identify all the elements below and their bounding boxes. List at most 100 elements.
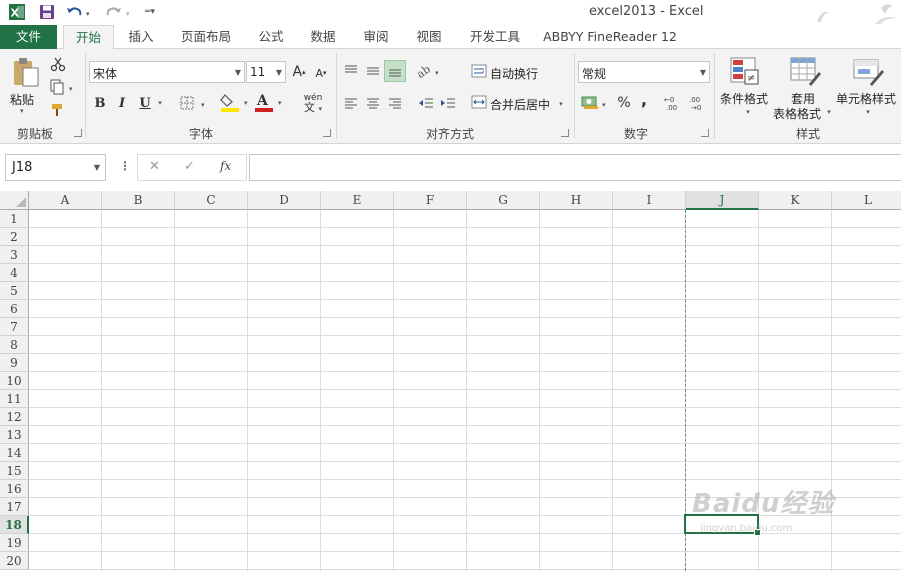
row-header-10[interactable]: 10 <box>0 372 29 390</box>
align-bottom-icon[interactable] <box>384 60 406 82</box>
format-as-table-label-2[interactable]: 表格格式 <box>773 105 821 122</box>
row-header-18[interactable]: 18 <box>0 516 29 534</box>
decrease-indent-icon[interactable] <box>416 93 436 113</box>
undo-icon[interactable]: ▾ <box>64 2 94 22</box>
phonetic-guide-button[interactable]: wén 文 ▾ <box>296 91 330 115</box>
copy-icon[interactable]: ▾ <box>48 78 78 96</box>
row-header-19[interactable]: 19 <box>0 534 29 552</box>
number-format-dropdown[interactable]: 常规 ▼ <box>578 61 710 83</box>
tab-view[interactable]: 视图 <box>408 25 450 49</box>
worksheet-grid[interactable]: ABCDEFGHIJKL 1 2 3 4 5 6 7 8 9 10 11 12 13 14 15 16 17 18… <box>0 191 901 571</box>
row-header-1[interactable]: 1 <box>0 210 29 228</box>
row-header-2[interactable]: 2 <box>0 228 29 246</box>
row-header-7[interactable]: 7 <box>0 318 29 336</box>
conditional-dropdown-icon[interactable]: ▾ <box>743 107 753 117</box>
row-header-4[interactable]: 4 <box>0 264 29 282</box>
borders-icon[interactable]: ▾ <box>178 93 210 113</box>
cell-styles-icon[interactable] <box>851 55 885 87</box>
format-painter-icon[interactable] <box>48 101 68 119</box>
alignment-launcher-icon[interactable] <box>561 129 569 137</box>
tab-abbyy[interactable]: ABBYY FineReader 12 <box>540 25 680 49</box>
row-header-11[interactable]: 11 <box>0 390 29 408</box>
column-header-l[interactable]: L <box>832 191 901 210</box>
tab-insert[interactable]: 插入 <box>119 25 163 49</box>
column-header-k[interactable]: K <box>759 191 832 210</box>
accounting-format-icon[interactable]: ▾ <box>580 93 610 113</box>
name-box[interactable]: J18 ▼ <box>5 154 106 181</box>
column-header-h[interactable]: H <box>540 191 613 210</box>
tab-formulas[interactable]: 公式 <box>250 25 292 49</box>
font-size-dropdown[interactable]: 11 ▼ <box>246 61 286 83</box>
wrap-text-label[interactable]: 自动换行 <box>490 65 538 82</box>
underline-dropdown-icon[interactable]: ▾ <box>155 97 165 109</box>
merge-dropdown-icon[interactable]: ▾ <box>556 98 566 110</box>
font-name-dropdown[interactable]: 宋体 ▼ <box>89 61 245 83</box>
row-header-14[interactable]: 14 <box>0 444 29 462</box>
save-icon[interactable] <box>36 2 58 22</box>
align-right-icon[interactable] <box>385 93 405 113</box>
align-middle-icon[interactable] <box>363 61 383 81</box>
more-options-icon[interactable]: ⋮ <box>119 159 131 173</box>
column-header-f[interactable]: F <box>394 191 467 210</box>
align-center-icon[interactable] <box>363 93 383 113</box>
merge-center-icon[interactable] <box>470 93 488 111</box>
row-header-17[interactable]: 17 <box>0 498 29 516</box>
row-header-6[interactable]: 6 <box>0 300 29 318</box>
row-header-3[interactable]: 3 <box>0 246 29 264</box>
column-header-c[interactable]: C <box>175 191 248 210</box>
row-header-13[interactable]: 13 <box>0 426 29 444</box>
excel-logo-icon[interactable]: X <box>6 2 28 22</box>
formula-input[interactable] <box>249 154 901 181</box>
grow-font-button[interactable]: A ▴ <box>291 62 307 82</box>
format-as-table-dropdown-icon[interactable]: ▾ <box>824 107 834 117</box>
fill-color-icon[interactable]: ▾ <box>220 91 252 113</box>
format-as-table-icon[interactable] <box>788 55 822 87</box>
column-header-a[interactable]: A <box>29 191 102 210</box>
insert-function-icon[interactable]: fx <box>220 159 231 173</box>
align-top-icon[interactable] <box>341 61 361 81</box>
wrap-text-icon[interactable] <box>470 62 488 80</box>
column-header-j[interactable]: J <box>686 191 759 210</box>
row-header-12[interactable]: 12 <box>0 408 29 426</box>
select-all-button[interactable] <box>0 191 29 210</box>
conditional-formatting-label[interactable]: 条件格式 <box>720 90 768 107</box>
row-header-20[interactable]: 20 <box>0 552 29 570</box>
enter-icon[interactable]: ✓ <box>184 159 195 174</box>
percent-button[interactable]: % <box>614 93 634 113</box>
orientation-icon[interactable]: ab ▾ <box>414 61 444 81</box>
underline-button[interactable]: U <box>137 93 153 113</box>
column-header-i[interactable]: I <box>613 191 686 210</box>
font-color-icon[interactable]: A ▾ <box>254 91 286 113</box>
column-header-b[interactable]: B <box>102 191 175 210</box>
conditional-formatting-icon[interactable]: ≠ <box>728 55 762 87</box>
tab-home[interactable]: 开始 <box>63 25 114 50</box>
tab-review[interactable]: 审阅 <box>355 25 397 49</box>
row-header-9[interactable]: 9 <box>0 354 29 372</box>
comma-style-button[interactable]: , <box>636 89 652 109</box>
shrink-font-button[interactable]: A ▾ <box>313 64 329 82</box>
redo-icon[interactable]: ▾ <box>104 2 134 22</box>
paste-dropdown-icon[interactable]: ▾ <box>20 107 24 115</box>
cell-styles-label[interactable]: 单元格样式 <box>836 90 896 107</box>
paste-label[interactable]: 粘贴 <box>10 91 34 108</box>
column-header-e[interactable]: E <box>321 191 394 210</box>
column-header-d[interactable]: D <box>248 191 321 210</box>
paste-icon[interactable] <box>8 55 44 89</box>
customize-icon[interactable]: ═▾ <box>141 2 159 22</box>
tab-data[interactable]: 数据 <box>302 25 344 49</box>
font-launcher-icon[interactable] <box>323 129 331 137</box>
row-header-8[interactable]: 8 <box>0 336 29 354</box>
row-header-16[interactable]: 16 <box>0 480 29 498</box>
merge-center-label[interactable]: 合并后居中 <box>490 96 550 113</box>
tab-page-layout[interactable]: 页面布局 <box>172 25 240 49</box>
increase-indent-icon[interactable] <box>438 93 458 113</box>
row-header-5[interactable]: 5 <box>0 282 29 300</box>
bold-button[interactable]: B <box>92 93 108 113</box>
clipboard-launcher-icon[interactable] <box>74 129 82 137</box>
row-header-15[interactable]: 15 <box>0 462 29 480</box>
decrease-decimal-icon[interactable]: .00 →0 <box>688 93 708 113</box>
align-left-icon[interactable] <box>341 93 361 113</box>
tab-file[interactable]: 文件 <box>0 25 57 49</box>
tab-developer[interactable]: 开发工具 <box>462 25 528 49</box>
cell-styles-dropdown-icon[interactable]: ▾ <box>863 107 873 117</box>
